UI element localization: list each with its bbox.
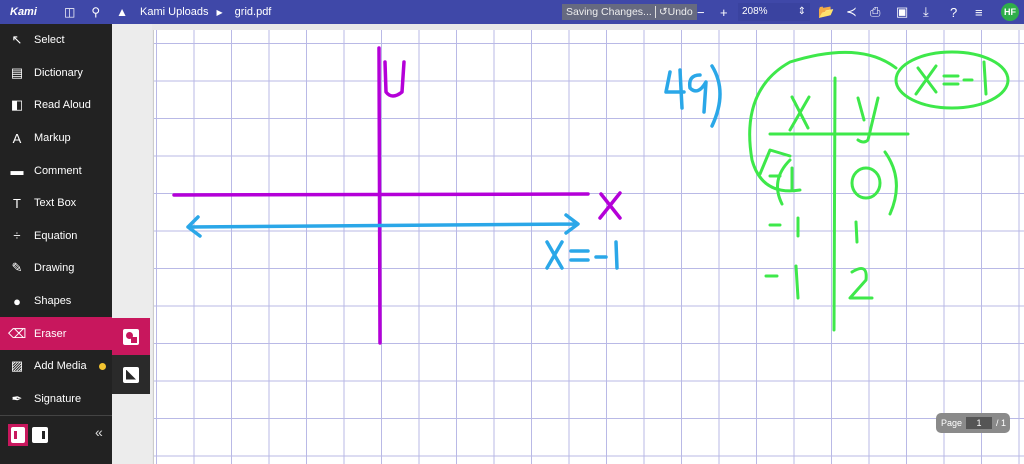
row-2	[768, 216, 859, 244]
cell-0	[850, 166, 882, 200]
green-drawing	[748, 50, 1010, 332]
x-label	[598, 191, 622, 220]
page-total: / 1	[996, 418, 1007, 428]
line-x-eq-neg1	[186, 213, 580, 238]
label-x-eq-neg1	[545, 240, 619, 270]
label-x-eq-neg1-green	[914, 60, 988, 96]
page-number-input[interactable]: 1	[966, 417, 993, 429]
label-circle	[894, 50, 1010, 110]
x-axis-line	[172, 192, 590, 197]
page-indicator: Page 1/ 1	[936, 413, 1010, 433]
row-3	[764, 264, 874, 300]
bracket-left	[776, 158, 792, 206]
bracket-right	[883, 150, 898, 216]
ink-annotations	[172, 46, 1010, 345]
purple-drawing	[172, 46, 622, 345]
problem-number-49	[664, 64, 722, 128]
blue-drawing	[186, 64, 722, 270]
page-label: Page	[941, 418, 963, 428]
table-divider-vertical	[832, 76, 837, 332]
y-label	[383, 60, 406, 98]
